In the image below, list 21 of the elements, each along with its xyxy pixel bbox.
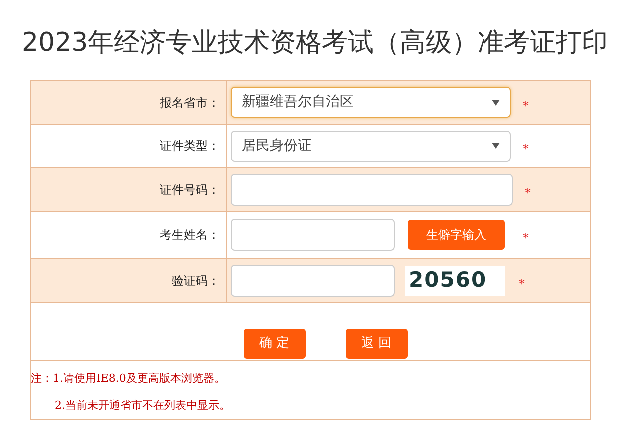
input-field[interactable] — [231, 264, 395, 296]
field-label: 考生姓名： — [160, 227, 220, 244]
captcha-image[interactable]: 20560 — [405, 266, 505, 296]
dropdown-caret-icon — [492, 100, 500, 106]
field-label: 报名省市： — [160, 94, 220, 112]
required-asterisk: * — [523, 141, 529, 158]
note-text: 注：1.请使用IE8.0及更高版本浏览器。 — [31, 372, 226, 386]
input-field[interactable] — [231, 219, 395, 251]
dropdown-caret-icon — [492, 143, 500, 149]
dropdown[interactable]: 居民身份证 — [231, 130, 511, 162]
field-label: 证件号码： — [160, 182, 220, 198]
note-text: 2.当前未开通省市不在列表中显示。 — [54, 399, 232, 413]
required-asterisk: * — [523, 230, 529, 247]
field-label: 证件类型： — [160, 138, 220, 155]
dropdown[interactable]: 新疆维吾尔自治区 — [231, 87, 511, 118]
required-asterisk: * — [523, 98, 529, 114]
field-label: 验证码： — [172, 272, 220, 290]
page-title: 2023年经济专业技术资格考试（高级）准考证打印 — [21, 27, 610, 60]
input-field[interactable] — [231, 174, 513, 206]
required-asterisk: * — [525, 184, 531, 202]
required-asterisk: * — [519, 276, 525, 292]
